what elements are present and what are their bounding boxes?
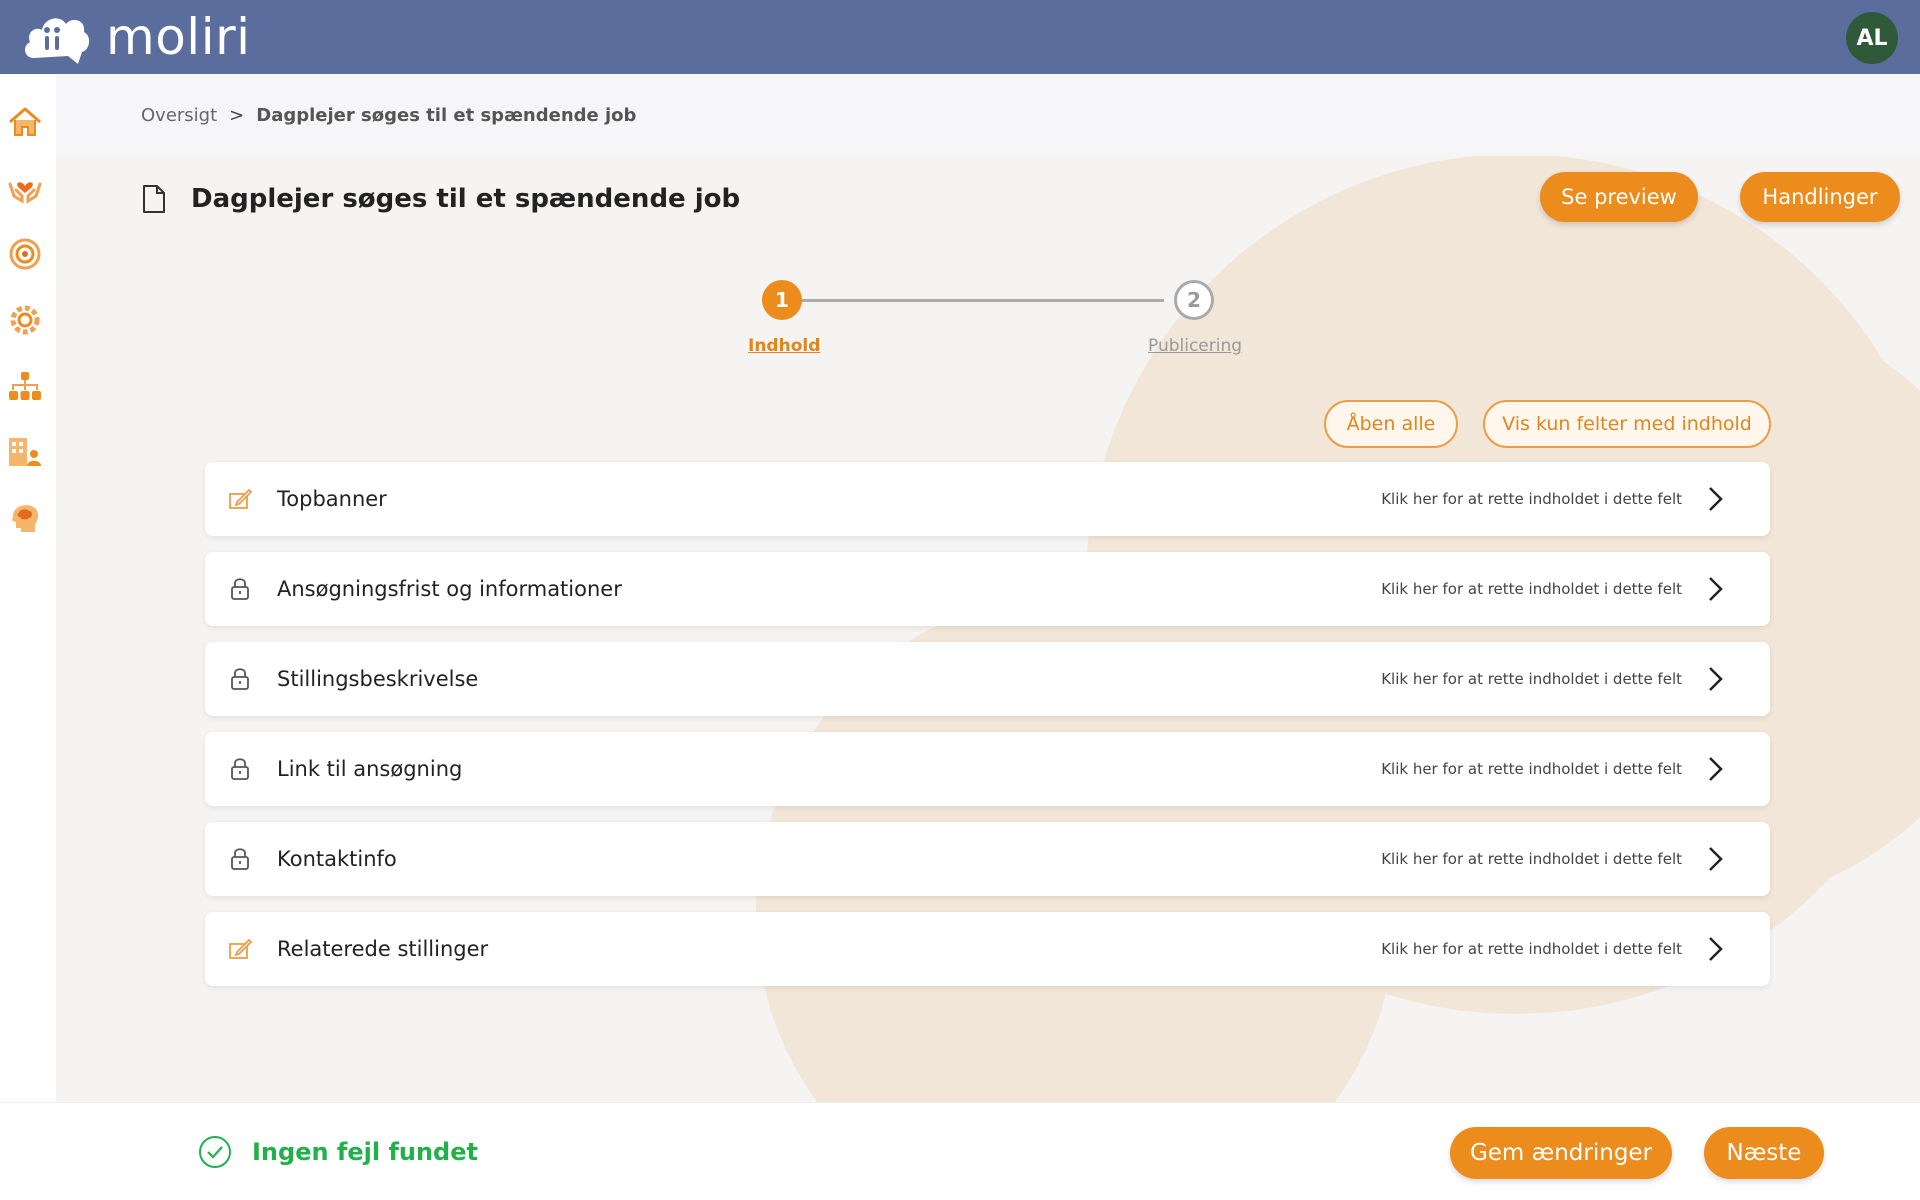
step-1-circle[interactable]: 1 — [762, 280, 802, 320]
page-title: Dagplejer søges til et spændende job — [191, 184, 741, 214]
page-header: Dagplejer søges til et spændende job — [141, 184, 740, 214]
sidebar-item-departments[interactable] — [7, 434, 43, 470]
section-title: Relaterede stillinger — [277, 937, 489, 961]
section-row-application-link[interactable]: Link til ansøgning Klik her for at rette… — [205, 732, 1770, 806]
section-hint: Klik her for at rette indholdet i dette … — [1381, 490, 1682, 508]
section-row-topbanner[interactable]: Topbanner Klik her for at rette indholde… — [205, 462, 1770, 536]
section-hint: Klik her for at rette indholdet i dette … — [1381, 850, 1682, 868]
sidebar-item-settings[interactable] — [7, 302, 43, 338]
section-hint: Klik her for at rette indholdet i dette … — [1381, 940, 1682, 958]
section-title: Ansøgningsfrist og informationer — [277, 577, 622, 601]
home-icon — [9, 107, 41, 136]
chevron-right-icon — [1709, 577, 1723, 601]
document-icon — [143, 185, 165, 213]
chevron-right-icon — [1709, 667, 1723, 691]
section-row-related-jobs[interactable]: Relaterede stillinger Klik her for at re… — [205, 912, 1770, 986]
sidebar — [0, 74, 56, 1102]
sidebar-item-target[interactable] — [7, 236, 43, 272]
org-chart-icon — [9, 372, 41, 400]
breadcrumb-root-link[interactable]: Oversigt — [141, 105, 217, 126]
chevron-right-icon — [1709, 847, 1723, 871]
chevron-right-icon — [1709, 937, 1723, 961]
cloud-logo-icon — [25, 18, 90, 64]
section-hint: Klik her for at rette indholdet i dette … — [1381, 580, 1682, 598]
save-changes-button[interactable]: Gem ændringer — [1450, 1127, 1672, 1179]
check-circle-icon — [199, 1136, 231, 1168]
show-content-only-button[interactable]: Vis kun felter med indhold — [1483, 400, 1771, 448]
stepper-connector — [782, 299, 1164, 302]
section-row-job-description[interactable]: Stillingsbeskrivelse Klik her for at ret… — [205, 642, 1770, 716]
section-title: Topbanner — [277, 487, 387, 511]
edit-icon — [229, 488, 253, 509]
next-button[interactable]: Næste — [1704, 1127, 1824, 1179]
step-1-label[interactable]: Indhold — [748, 336, 820, 356]
status-text: Ingen fejl fundet — [252, 1138, 478, 1166]
section-row-application-deadline[interactable]: Ansøgningsfrist og informationer Klik he… — [205, 552, 1770, 626]
main-content: Oversigt > Dagplejer søges til et spænde… — [56, 74, 1920, 1102]
building-person-icon — [9, 438, 41, 466]
chevron-right-icon — [1709, 757, 1723, 781]
heart-hands-icon — [8, 182, 42, 204]
sidebar-item-organization[interactable] — [7, 368, 43, 404]
target-icon — [9, 238, 41, 270]
top-bar: moliri AL — [0, 0, 1920, 74]
chevron-right-icon — [1709, 487, 1723, 511]
breadcrumb-separator: > — [229, 104, 245, 126]
gear-flower-icon — [10, 305, 40, 335]
lock-icon — [231, 758, 249, 780]
breadcrumb-current: Dagplejer søges til et spændende job — [256, 104, 637, 126]
section-hint: Klik her for at rette indholdet i dette … — [1381, 670, 1682, 688]
lock-icon — [231, 578, 249, 600]
sidebar-item-home[interactable] — [7, 104, 43, 140]
moliri-logo[interactable]: moliri — [20, 8, 251, 66]
section-row-contact-info[interactable]: Kontaktinfo Klik her for at rette indhol… — [205, 822, 1770, 896]
section-title: Kontaktinfo — [277, 847, 397, 871]
user-avatar[interactable]: AL — [1846, 12, 1898, 64]
actions-button[interactable]: Handlinger — [1740, 172, 1900, 222]
edit-icon — [229, 938, 253, 959]
step-2-label[interactable]: Publicering — [1148, 336, 1242, 356]
open-all-button[interactable]: Åben alle — [1324, 400, 1458, 448]
app-name: moliri — [106, 8, 251, 66]
head-brain-icon — [12, 505, 39, 532]
step-2-circle[interactable]: 2 — [1174, 280, 1214, 320]
sidebar-item-care[interactable] — [7, 170, 43, 206]
section-title: Link til ansøgning — [277, 757, 463, 781]
preview-button[interactable]: Se preview — [1540, 172, 1698, 222]
section-title: Stillingsbeskrivelse — [277, 667, 479, 691]
lock-icon — [231, 668, 249, 690]
breadcrumb: Oversigt > Dagplejer søges til et spænde… — [56, 74, 1920, 156]
section-hint: Klik her for at rette indholdet i dette … — [1381, 760, 1682, 778]
validation-status: Ingen fejl fundet — [198, 1135, 478, 1169]
sidebar-item-competencies[interactable] — [7, 500, 43, 536]
lock-icon — [231, 848, 249, 870]
footer-bar: Ingen fejl fundet Gem ændringer Næste — [0, 1102, 1920, 1200]
